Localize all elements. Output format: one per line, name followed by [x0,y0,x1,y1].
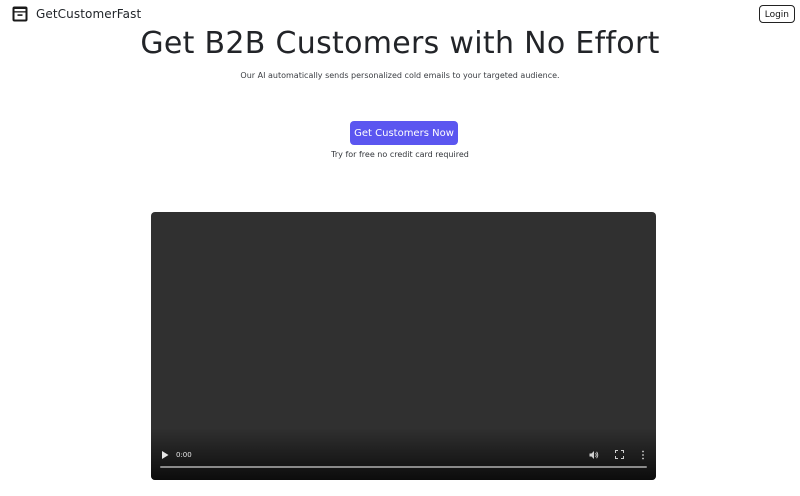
video-time: 0:00 [176,451,192,459]
video-player[interactable]: 0:00 [151,212,656,480]
brand-name: GetCustomerFast [36,7,142,21]
more-options-icon[interactable] [640,450,646,460]
login-button[interactable]: Login [758,5,795,23]
cta-note: Try for free no credit card required [331,150,469,159]
page-title: Get B2B Customers with No Effort [140,26,660,61]
brand[interactable]: GetCustomerFast [12,6,141,22]
video-controls: 0:00 [151,444,656,480]
archive-box-icon [12,6,28,22]
play-icon[interactable] [161,451,169,459]
fullscreen-icon[interactable] [615,450,624,459]
hero-subtitle: Our AI automatically sends personalized … [240,71,560,80]
video-progress-bar[interactable] [160,466,647,468]
landing-page: GetCustomerFast Login Get B2B Customers … [0,0,800,496]
get-customers-button[interactable]: Get Customers Now [350,121,458,145]
volume-icon[interactable] [589,450,599,460]
